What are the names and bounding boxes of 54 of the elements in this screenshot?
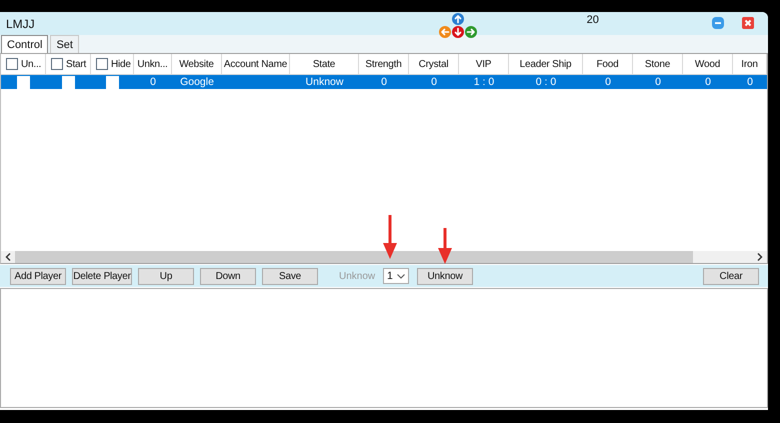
window-title: LMJJ — [6, 16, 35, 30]
column-header[interactable]: Crystal — [418, 58, 448, 70]
arrow-left-icon[interactable] — [438, 26, 451, 38]
arrow-up-icon[interactable] — [452, 12, 464, 24]
minimize-icon[interactable] — [712, 16, 724, 28]
table-cell: 0 — [381, 76, 387, 88]
tab[interactable]: Control — [1, 35, 48, 53]
column-header[interactable]: Strength — [365, 58, 402, 70]
column-header[interactable]: Un... — [21, 58, 42, 70]
column-header[interactable]: VIP — [476, 58, 492, 70]
checkbox[interactable] — [6, 58, 18, 70]
column-header[interactable]: Website — [179, 58, 214, 70]
column-header[interactable]: Hide — [111, 58, 131, 70]
checkbox[interactable] — [96, 58, 108, 70]
dropdown[interactable]: 1 — [383, 268, 409, 284]
column-header[interactable]: Stone — [644, 58, 670, 70]
arrow-right-icon[interactable] — [464, 26, 477, 38]
table-cell: 0 — [150, 76, 156, 88]
toolbar-button[interactable]: Save — [262, 268, 318, 284]
column-header[interactable]: Account Name — [224, 58, 288, 70]
toolbar-button[interactable]: Down — [200, 268, 256, 284]
toolbar-button[interactable]: Delete Player — [72, 268, 132, 284]
horizontal-scrollbar[interactable] — [1, 251, 767, 263]
column-header[interactable]: Food — [596, 58, 618, 70]
scroll-right-icon[interactable] — [757, 253, 763, 261]
column-header[interactable]: Wood — [694, 58, 720, 70]
arrow-down-icon[interactable] — [452, 26, 464, 38]
toolbar-button[interactable]: Add Player — [10, 268, 66, 284]
close-icon[interactable] — [742, 16, 754, 28]
table-cell: 0 — [431, 76, 437, 88]
table-cell: 0 : 0 — [536, 76, 556, 88]
column-header[interactable]: Iron — [741, 58, 758, 70]
column-header[interactable]: Leader Ship — [520, 58, 572, 70]
table-cell: 0 — [705, 76, 711, 88]
table-cell: 0 — [747, 76, 753, 88]
toolbar-button[interactable]: Unknow — [417, 268, 473, 284]
table-cell: 1 : 0 — [474, 76, 494, 88]
table-cell: Unknow — [306, 76, 344, 88]
annotation-arrow — [383, 215, 397, 259]
table-cell: 0 — [605, 76, 611, 88]
toolbar-button[interactable]: Clear — [703, 268, 759, 284]
column-header[interactable]: Start — [66, 58, 86, 70]
column-header[interactable]: Unkn... — [137, 58, 168, 70]
table-cell: Google — [180, 76, 214, 88]
tab[interactable]: Set — [50, 35, 79, 53]
checkbox[interactable] — [51, 58, 63, 70]
annotation-arrow — [438, 228, 452, 264]
toolbar-button[interactable]: Up — [138, 268, 194, 284]
caret-icon — [397, 274, 405, 278]
table-cell: 0 — [655, 76, 661, 88]
scroll-left-icon[interactable] — [5, 253, 11, 261]
field-label: Unknow — [339, 270, 376, 282]
counter-text: 20 — [586, 14, 599, 26]
column-header[interactable]: State — [312, 58, 336, 70]
